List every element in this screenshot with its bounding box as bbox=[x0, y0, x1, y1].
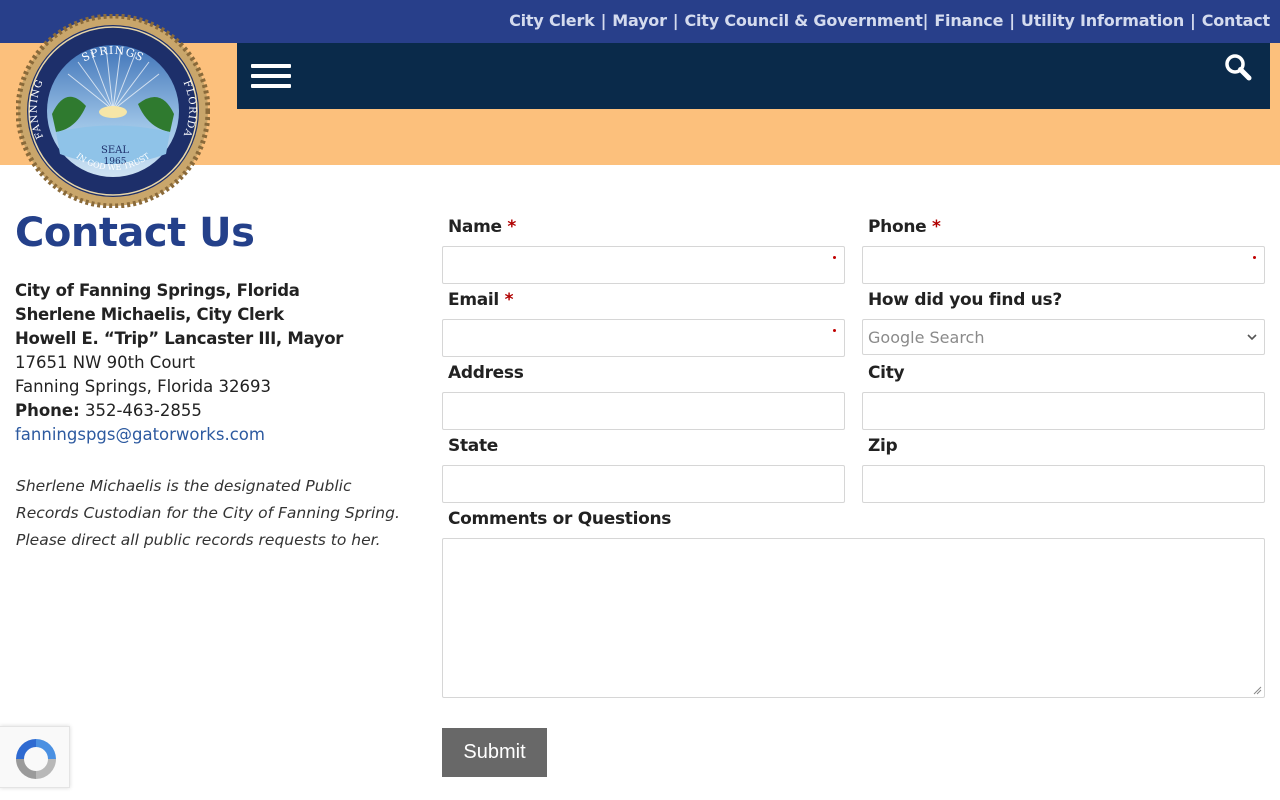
top-link-separator: | bbox=[1190, 10, 1196, 30]
phone-label: Phone: bbox=[15, 401, 80, 420]
resize-grip-icon[interactable] bbox=[1252, 685, 1262, 695]
top-link-contact[interactable]: Contact bbox=[1202, 11, 1271, 30]
top-link-separator: | bbox=[1009, 10, 1015, 30]
zip-label: Zip bbox=[868, 436, 898, 456]
required-indicator bbox=[833, 256, 836, 259]
top-link-utility-information[interactable]: Utility Information bbox=[1021, 11, 1184, 30]
find-us-selected-value: Google Search bbox=[868, 328, 985, 347]
address-input[interactable] bbox=[442, 392, 845, 430]
phone-number: 352-463-2855 bbox=[79, 401, 202, 420]
contact-email-link[interactable]: fanningspgs@gatorworks.com bbox=[15, 425, 265, 444]
contact-email-line: fanningspgs@gatorworks.com bbox=[15, 423, 415, 447]
search-icon[interactable] bbox=[1222, 52, 1256, 86]
address-label: Address bbox=[448, 363, 524, 383]
contact-org: City of Fanning Springs, Florida bbox=[15, 281, 300, 300]
top-link-mayor[interactable]: Mayor bbox=[612, 11, 667, 30]
hamburger-icon[interactable] bbox=[251, 62, 293, 92]
recaptcha-badge[interactable] bbox=[0, 726, 70, 788]
contact-city-line: Fanning Springs, Florida 32693 bbox=[15, 377, 271, 396]
top-links: City Clerk | Mayor | City Council & Gove… bbox=[509, 9, 1270, 31]
page-title: Contact Us bbox=[15, 210, 255, 256]
state-input[interactable] bbox=[442, 465, 845, 503]
city-seal-logo[interactable]: SPRINGS FANNING FLORIDA SEAL 1965 IN GOD… bbox=[15, 13, 211, 209]
comments-textarea[interactable] bbox=[442, 538, 1265, 698]
city-input[interactable] bbox=[862, 392, 1265, 430]
contact-phone: Phone: 352-463-2855 bbox=[15, 399, 415, 423]
required-indicator bbox=[1253, 256, 1256, 259]
phone-label: Phone * bbox=[868, 217, 941, 237]
name-label: Name * bbox=[448, 217, 516, 237]
state-label: State bbox=[448, 436, 498, 456]
seal-center-text: SEAL bbox=[101, 145, 129, 156]
main-nav-bar bbox=[237, 43, 1270, 109]
phone-input[interactable] bbox=[862, 246, 1265, 284]
contact-clerk: Sherlene Michaelis, City Clerk bbox=[15, 305, 284, 324]
top-link-city-clerk[interactable]: City Clerk bbox=[509, 11, 595, 30]
top-link-separator: | bbox=[600, 10, 607, 30]
email-label: Email * bbox=[448, 290, 514, 310]
contact-info: City of Fanning Springs, Florida Sherlen… bbox=[15, 279, 415, 447]
required-indicator bbox=[833, 329, 836, 332]
submit-button[interactable]: Submit bbox=[442, 728, 547, 777]
find-us-label: How did you find us? bbox=[868, 290, 1062, 310]
email-input[interactable] bbox=[442, 319, 845, 357]
top-link-separator: | bbox=[922, 10, 929, 30]
city-label: City bbox=[868, 363, 905, 383]
zip-input[interactable] bbox=[862, 465, 1265, 503]
comments-label: Comments or Questions bbox=[448, 509, 672, 529]
top-link-finance[interactable]: Finance bbox=[934, 11, 1003, 30]
contact-street: 17651 NW 90th Court bbox=[15, 353, 196, 372]
top-link-separator: | bbox=[672, 10, 679, 30]
custodian-note: Sherlene Michaelis is the designated Pub… bbox=[16, 477, 400, 549]
name-input[interactable] bbox=[442, 246, 845, 284]
top-link-city-council[interactable]: City Council & Government bbox=[684, 11, 922, 30]
recaptcha-icon bbox=[16, 739, 56, 779]
chevron-down-icon bbox=[1247, 334, 1257, 341]
contact-mayor: Howell E. “Trip” Lancaster III, Mayor bbox=[15, 329, 344, 348]
find-us-select[interactable]: Google Search bbox=[862, 319, 1265, 355]
